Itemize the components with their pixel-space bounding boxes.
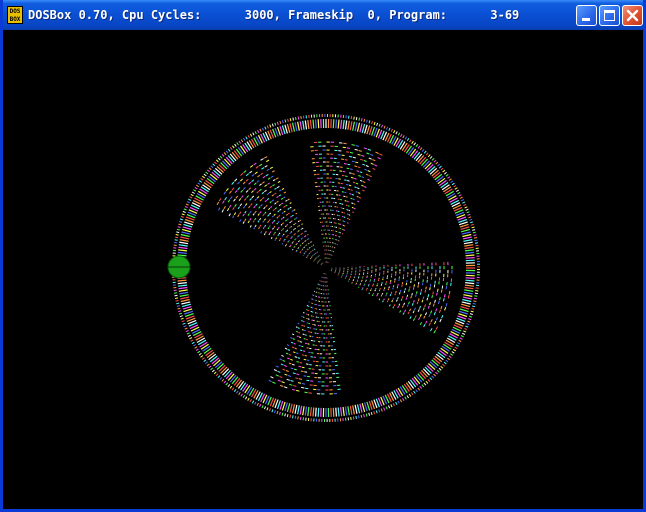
close-button[interactable]: [622, 5, 643, 26]
dos-display[interactable]: [3, 30, 643, 509]
close-icon: [626, 9, 639, 22]
rainbow-wheel: [167, 114, 480, 422]
app-icon-line1: DOS: [9, 8, 21, 15]
maximize-button[interactable]: [599, 5, 620, 26]
minimize-button[interactable]: [576, 5, 597, 26]
minimize-icon: [582, 18, 590, 21]
app-icon-line2: BOX: [9, 16, 21, 23]
window-title: DOSBox 0.70, Cpu Cycles: 3000, Frameskip…: [28, 8, 520, 22]
maximize-icon: [604, 10, 615, 21]
dosbox-window: DOS BOX DOSBox 0.70, Cpu Cycles: 3000, F…: [0, 0, 646, 512]
title-bar[interactable]: DOS BOX DOSBox 0.70, Cpu Cycles: 3000, F…: [3, 0, 643, 30]
dosbox-app-icon[interactable]: DOS BOX: [7, 6, 23, 24]
